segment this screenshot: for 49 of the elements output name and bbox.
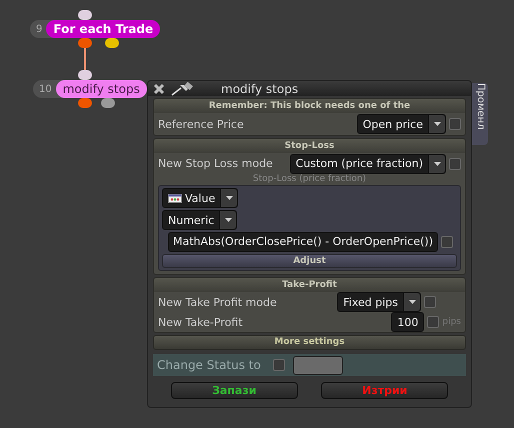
number-field[interactable]: 100	[391, 312, 424, 332]
caret-icon	[408, 300, 416, 304]
dropdown[interactable]: Custom (price fraction)	[290, 154, 446, 174]
block-number: 9	[35, 24, 44, 34]
dropdown[interactable]: Value	[162, 188, 238, 208]
save-button[interactable]: Запази	[170, 382, 298, 399]
block-number: 10	[38, 84, 53, 94]
connector-line	[84, 48, 86, 70]
checkbox[interactable]	[449, 158, 461, 170]
sub-label: Stop-Loss (price fraction)	[252, 174, 368, 185]
close-icon[interactable]	[153, 82, 165, 94]
value-icon	[168, 194, 182, 202]
input-port-icon[interactable]	[78, 10, 92, 20]
dropdown[interactable]: Fixed pips	[337, 292, 421, 312]
input-port-icon[interactable]	[78, 70, 92, 80]
more-settings-bar[interactable]: More settings	[153, 335, 466, 350]
window-title: modify stops	[221, 82, 298, 96]
section-header: Remember: This block needs one of the	[154, 99, 465, 113]
adjust-button[interactable]: Adjust	[162, 254, 457, 268]
caret-icon	[224, 218, 232, 222]
checkbox[interactable]	[441, 236, 453, 248]
side-tab[interactable]: Променл	[472, 83, 488, 145]
caret-icon	[434, 122, 440, 126]
block-node[interactable]: 10 modify stops	[33, 80, 147, 98]
dropdown[interactable]: Open price	[356, 114, 446, 134]
checkbox[interactable]	[424, 296, 436, 308]
field-label: Change Status to	[157, 358, 262, 372]
block-label: modify stops	[56, 80, 147, 98]
color-swatch[interactable]	[293, 356, 343, 374]
field-label: New Take Profit mode	[158, 296, 278, 308]
section-header: Stop-Loss	[154, 139, 465, 153]
caret-icon	[434, 162, 440, 166]
checkbox[interactable]	[427, 316, 440, 328]
field-label: New Stop Loss mode	[158, 157, 274, 170]
output-port-icon[interactable]	[101, 98, 115, 108]
block-node[interactable]: 9 For each Trade	[30, 20, 160, 38]
caret-icon	[226, 196, 233, 200]
output-port-icon[interactable]	[105, 38, 119, 48]
output-port-icon[interactable]	[78, 98, 92, 108]
expression-field[interactable]: MathAbs(OrderClosePrice() - OrderOpenPrice())	[168, 232, 438, 252]
field-label: New Take-Profit	[158, 316, 244, 328]
checkbox[interactable]	[273, 359, 285, 371]
section-header: Take-Profit	[154, 278, 465, 292]
checkbox[interactable]	[449, 118, 461, 130]
field-label: Reference Price	[158, 118, 245, 130]
block-label: For each Trade	[46, 20, 160, 38]
pin-icon[interactable]	[171, 82, 193, 96]
output-port-icon[interactable]	[78, 38, 92, 48]
dropdown[interactable]: Numeric	[162, 210, 238, 230]
